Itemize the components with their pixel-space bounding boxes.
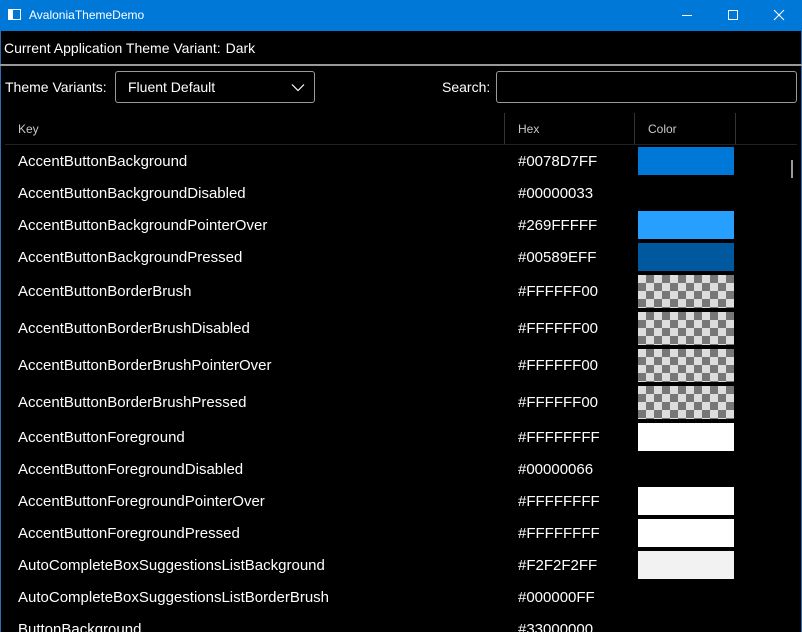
key-cell: AccentButtonBackgroundPointerOver: [18, 217, 268, 234]
vertical-scrollbar[interactable]: [791, 160, 793, 178]
hex-cell: #FFFFFFFF: [518, 429, 600, 446]
key-cell: AccentButtonBorderBrushPointerOver: [18, 357, 272, 374]
hex-cell: #00000033: [518, 185, 594, 202]
column-header-color-label: Color: [648, 122, 677, 136]
hex-cell: #0078D7FF: [518, 153, 598, 170]
color-swatch: [638, 386, 734, 419]
theme-variants-selected: Fluent Default: [128, 79, 216, 95]
table-row[interactable]: AccentButtonBorderBrushDisabled #FFFFFF00: [5, 310, 797, 347]
hex-cell: #FFFFFF00: [518, 320, 599, 337]
table-row[interactable]: AccentButtonForegroundPointerOver #FFFFFF…: [5, 485, 797, 517]
table-row[interactable]: AccentButtonForeground #FFFFFFFF: [5, 421, 797, 453]
app-window-icon: [8, 9, 21, 20]
key-cell: AccentButtonBorderBrushDisabled: [18, 320, 250, 337]
key-cell: AccentButtonBackgroundDisabled: [18, 185, 246, 202]
table-row[interactable]: AccentButtonBorderBrushPressed #FFFFFF00: [5, 384, 797, 421]
minimize-button[interactable]: [664, 0, 710, 31]
key-cell: AutoCompleteBoxSuggestionsListBackground: [18, 557, 325, 574]
hex-cell: #33000000: [518, 621, 594, 632]
color-swatch: [638, 243, 734, 271]
window-border-left: [0, 31, 1, 632]
color-swatch: [638, 583, 734, 611]
hex-cell: #FFFFFFFF: [518, 493, 600, 510]
key-cell: AccentButtonBorderBrushPressed: [18, 394, 247, 411]
close-button[interactable]: [756, 0, 802, 31]
key-cell: AccentButtonForeground: [18, 429, 185, 446]
table-row[interactable]: AccentButtonBackgroundPressed #00589EFF: [5, 241, 797, 273]
hex-cell: #00000066: [518, 461, 594, 478]
current-theme-line: Current Application Theme Variant: Dark: [4, 40, 255, 56]
table-row[interactable]: AccentButtonForegroundPressed #FFFFFFFF: [5, 517, 797, 549]
hex-cell: #FFFFFF00: [518, 394, 599, 411]
color-swatch: [638, 211, 734, 239]
hex-cell: #000000FF: [518, 589, 595, 606]
table-row[interactable]: AccentButtonBorderBrushPointerOver #FFFFF…: [5, 347, 797, 384]
key-cell: AccentButtonBackgroundPressed: [18, 249, 243, 266]
color-swatch: [638, 275, 734, 308]
table-row[interactable]: AccentButtonBackground #0078D7FF: [5, 145, 797, 177]
hex-cell: #FFFFFFFF: [518, 525, 600, 542]
color-swatch: [638, 349, 734, 382]
column-header-key-label: Key: [18, 122, 39, 136]
hex-cell: #F2F2F2FF: [518, 557, 598, 574]
current-theme-value: Dark: [225, 40, 256, 56]
column-header-key[interactable]: Key: [5, 113, 505, 144]
color-swatch: [638, 551, 734, 579]
chevron-down-icon: [291, 84, 305, 92]
hex-cell: #269FFFFF: [518, 217, 598, 234]
maximize-button[interactable]: [710, 0, 756, 31]
key-cell: AutoCompleteBoxSuggestionsListBorderBrus…: [18, 589, 330, 606]
key-cell: AccentButtonBorderBrush: [18, 283, 192, 300]
current-theme-label: Current Application Theme Variant:: [4, 40, 221, 56]
maximize-icon: [728, 10, 738, 20]
key-cell: AccentButtonForegroundPointerOver: [18, 493, 265, 510]
table-row[interactable]: AccentButtonBorderBrush #FFFFFF00: [5, 273, 797, 310]
table-row[interactable]: AutoCompleteBoxSuggestionsListBackground…: [5, 549, 797, 581]
separator: [0, 64, 802, 66]
window-title: AvaloniaThemeDemo: [29, 8, 145, 22]
color-swatch: [638, 147, 734, 175]
app-window: AvaloniaThemeDemo Current Application Th…: [0, 0, 802, 632]
hex-cell: #00589EFF: [518, 249, 597, 266]
table-row[interactable]: ButtonBackground #33000000: [5, 613, 797, 632]
search-label: Search:: [442, 79, 491, 95]
title-bar[interactable]: AvaloniaThemeDemo: [0, 0, 802, 31]
key-cell: AccentButtonForegroundDisabled: [18, 461, 244, 478]
color-swatch: [638, 487, 734, 515]
table-row[interactable]: AutoCompleteBoxSuggestionsListBorderBrus…: [5, 581, 797, 613]
minimize-icon: [682, 15, 692, 16]
theme-variants-combobox[interactable]: Fluent Default: [115, 71, 315, 103]
search-input[interactable]: [496, 71, 797, 103]
key-cell: ButtonBackground: [18, 621, 142, 632]
column-header-hex-label: Hex: [518, 122, 540, 136]
column-header-hex[interactable]: Hex: [505, 113, 635, 144]
color-swatch: [638, 423, 734, 451]
theme-variants-label: Theme Variants:: [5, 79, 107, 95]
color-swatch: [638, 312, 734, 345]
hex-cell: #FFFFFF00: [518, 283, 599, 300]
table-row[interactable]: AccentButtonBackgroundDisabled #00000033: [5, 177, 797, 209]
hex-cell: #FFFFFF00: [518, 357, 599, 374]
resource-grid[interactable]: AccentButtonBackground #0078D7FF AccentBut…: [5, 145, 797, 632]
key-cell: AccentButtonForegroundPressed: [18, 525, 240, 542]
table-row[interactable]: AccentButtonBackgroundPointerOver #269FFF…: [5, 209, 797, 241]
close-icon: [773, 9, 785, 21]
color-swatch: [638, 519, 734, 547]
table-row[interactable]: AccentButtonForegroundDisabled #00000066: [5, 453, 797, 485]
column-header-color[interactable]: Color: [635, 113, 736, 144]
key-cell: AccentButtonBackground: [18, 153, 188, 170]
